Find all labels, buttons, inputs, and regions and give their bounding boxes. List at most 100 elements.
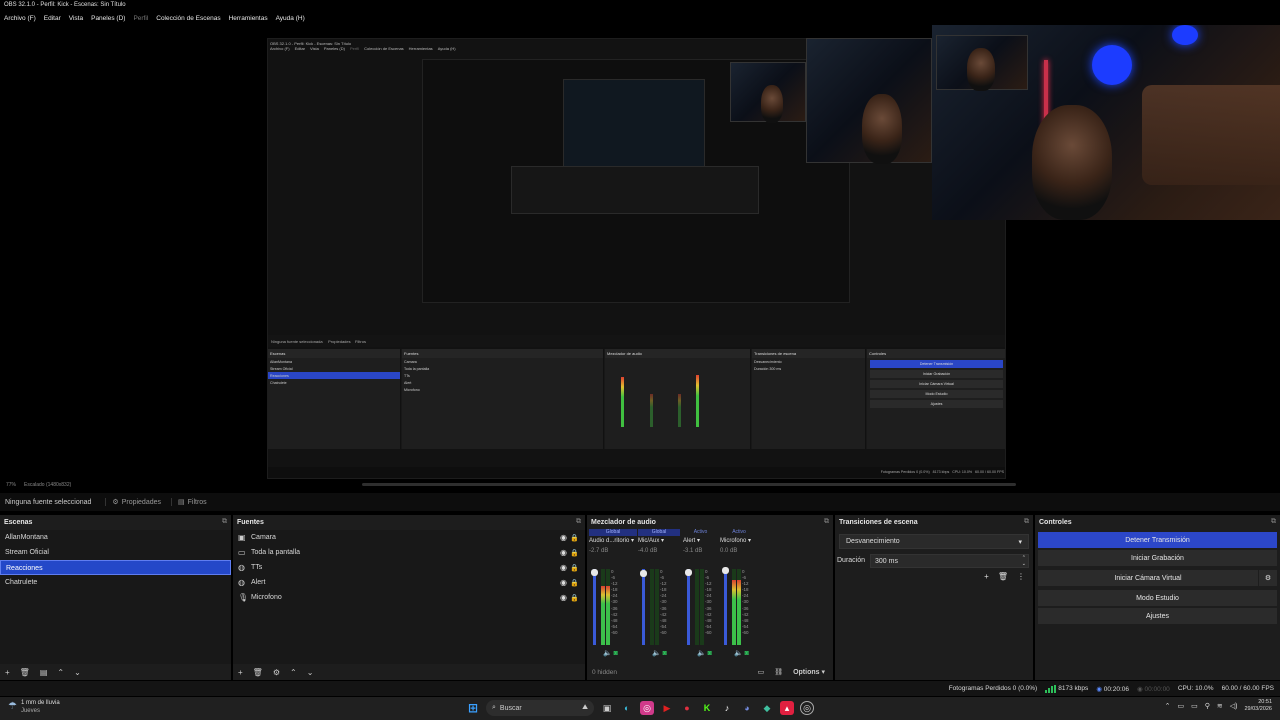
eye-icon[interactable]: ◉ xyxy=(560,548,567,557)
adobe-icon[interactable]: ▴ xyxy=(780,701,794,715)
add-source-button[interactable]: + xyxy=(238,668,243,677)
eye-icon[interactable]: ◉ xyxy=(560,563,567,572)
source-item[interactable]: ◍ TTs ◉ 🔒 xyxy=(233,560,585,575)
task-view-icon[interactable]: ▣ xyxy=(600,701,614,715)
chevron-up-icon[interactable]: ⌃ xyxy=(1165,702,1171,710)
source-item[interactable]: ▣ Camara ◉ 🔒 xyxy=(233,530,585,545)
scene-item[interactable]: AllanMontana xyxy=(0,530,231,545)
wifi-icon[interactable]: ≋ xyxy=(1217,702,1223,710)
start-recording-button[interactable]: Iniciar Grabación xyxy=(1038,550,1277,566)
kick-icon[interactable]: K xyxy=(700,701,714,715)
volume-slider[interactable] xyxy=(687,569,690,645)
volume-slider[interactable] xyxy=(724,569,727,645)
settings-button[interactable]: Ajustes xyxy=(1038,608,1277,624)
remove-transition-button[interactable]: 🗑 xyxy=(998,572,1008,581)
clock[interactable]: 20:51 29/03/2026 xyxy=(1244,699,1272,713)
channel-name[interactable]: Mic/Aux ▾ xyxy=(638,536,680,546)
youtube-icon[interactable]: ▶ xyxy=(660,701,674,715)
options-button[interactable]: Options ▾ xyxy=(793,668,825,676)
tiktok-icon[interactable]: ♪ xyxy=(720,701,734,715)
lock-icon[interactable]: 🔒 xyxy=(570,564,579,572)
lock-icon[interactable]: 🔒 xyxy=(570,594,579,602)
scene-item[interactable]: Reacciones xyxy=(0,560,231,575)
remove-source-button[interactable]: 🗑 xyxy=(253,668,263,677)
move-down-button[interactable]: ⌄ xyxy=(74,668,81,677)
headphones-icon[interactable]: ◙ xyxy=(708,650,712,657)
undock-icon[interactable]: ⧉ xyxy=(576,518,581,526)
lock-icon[interactable]: 🔒 xyxy=(570,549,579,557)
spinner-icon[interactable]: ⌃ ⌄ xyxy=(1022,555,1026,567)
preview-scrollbar[interactable] xyxy=(362,483,1016,486)
volume-slider-knob[interactable] xyxy=(591,568,598,576)
zoom-level[interactable]: 77% xyxy=(6,482,16,488)
eye-icon[interactable]: ◉ xyxy=(560,533,567,542)
add-scene-button[interactable]: + xyxy=(5,668,10,677)
app-icon[interactable]: ◆ xyxy=(760,701,774,715)
virtual-camera-settings-button[interactable]: ⚙ xyxy=(1259,570,1277,586)
monitor-icon[interactable]: ▭ xyxy=(1191,702,1198,710)
volume-slider[interactable] xyxy=(593,569,596,645)
source-item[interactable]: 🎙 Microfono ◉ 🔒 xyxy=(233,590,585,605)
headphones-icon[interactable]: ◙ xyxy=(745,650,749,657)
eye-icon[interactable]: ◉ xyxy=(560,578,567,587)
channel-name[interactable]: Audio d...ritorio ▾ xyxy=(589,536,637,546)
headphones-icon[interactable]: ◙ xyxy=(663,650,667,657)
menu-item-archivo-f-[interactable]: Archivo (F) xyxy=(4,15,36,22)
speaker-icon[interactable]: 🔈 xyxy=(734,650,743,657)
link-icon[interactable]: ⛓ xyxy=(774,668,783,676)
eye-icon[interactable]: ◉ xyxy=(560,593,567,602)
stop-stream-button[interactable]: Detener Transmisión xyxy=(1038,532,1277,548)
speaker-icon[interactable]: 🔈 xyxy=(697,650,706,657)
add-transition-button[interactable]: + xyxy=(984,572,989,581)
source-down-button[interactable]: ⌄ xyxy=(307,668,314,677)
remove-scene-button[interactable]: 🗑 xyxy=(20,668,30,677)
edge-icon[interactable]: ◐ xyxy=(620,701,634,715)
lock-icon[interactable]: 🔒 xyxy=(570,534,579,542)
menu-item-editar[interactable]: Editar xyxy=(44,15,61,22)
menu-item-perfil[interactable]: Perfil xyxy=(133,15,148,22)
scene-filters-button[interactable]: ▤ xyxy=(40,668,48,677)
filters-button[interactable]: ▤ Filtros xyxy=(171,498,207,506)
undock-icon[interactable]: ⧉ xyxy=(1024,518,1029,526)
volume-icon[interactable]: ◁) xyxy=(1230,702,1238,710)
scene-item[interactable]: Stream Oficial xyxy=(0,545,231,560)
undock-icon[interactable]: ⧉ xyxy=(222,518,227,526)
transition-menu-button[interactable]: ⋮ xyxy=(1017,572,1025,581)
discord-icon[interactable]: ◕ xyxy=(740,701,754,715)
properties-button[interactable]: ⚙ Propiedades xyxy=(105,498,161,506)
menu-item-herramientas[interactable]: Herramientas xyxy=(229,15,268,22)
speaker-icon[interactable]: 🔈 xyxy=(652,650,661,657)
streamlabs-icon[interactable]: ● xyxy=(680,701,694,715)
start-virtual-camera-button[interactable]: Iniciar Cámara Virtual xyxy=(1038,570,1258,586)
channel-name[interactable]: Alert ▾ xyxy=(683,536,718,546)
transition-select[interactable]: Desvanecimiento ▾ xyxy=(839,534,1029,549)
source-properties-button[interactable]: ⚙ xyxy=(273,668,280,677)
volume-slider-knob[interactable] xyxy=(722,567,729,574)
source-item[interactable]: ▭ Toda la pantalla ◉ 🔒 xyxy=(233,545,585,560)
obs-icon[interactable]: ◎ xyxy=(800,701,814,715)
layout-icon[interactable]: ▭ xyxy=(758,668,765,676)
source-item[interactable]: ◍ Alert ◉ 🔒 xyxy=(233,575,585,590)
battery-icon[interactable]: ▭ xyxy=(1177,702,1184,710)
channel-name[interactable]: Microfono ▾ xyxy=(720,536,758,546)
instagram-icon[interactable]: ◎ xyxy=(640,701,654,715)
menu-item-colecci-n-de-escenas[interactable]: Colección de Escenas xyxy=(156,15,220,22)
weather-widget[interactable]: ☂ 1 mm de lluvia Jueves xyxy=(8,699,60,715)
source-up-button[interactable]: ⌃ xyxy=(290,668,297,677)
lock-icon[interactable]: 🔒 xyxy=(570,579,579,587)
preview-area[interactable]: OBS 32.1.0 - Perfil: Kick - Escenas: Sin… xyxy=(0,25,1280,482)
undock-icon[interactable]: ⧉ xyxy=(1271,518,1276,526)
speaker-icon[interactable]: 🔈 xyxy=(603,650,612,657)
volume-slider[interactable] xyxy=(642,569,645,645)
pin-icon[interactable]: ⚲ xyxy=(1205,702,1210,710)
studio-mode-button[interactable]: Modo Estudio xyxy=(1038,590,1277,606)
menu-item-vista[interactable]: Vista xyxy=(69,15,83,22)
scale-label[interactable]: Escalado (1480x832) xyxy=(24,482,71,488)
volume-slider-knob[interactable] xyxy=(685,569,692,577)
duration-input[interactable]: 300 ms ⌃ ⌄ xyxy=(870,553,1029,568)
windows-start-icon[interactable]: ⊞ xyxy=(466,701,480,715)
scene-item[interactable]: Chatrulete xyxy=(0,575,231,590)
volume-slider-knob[interactable] xyxy=(640,570,647,578)
menu-item-ayuda-h-[interactable]: Ayuda (H) xyxy=(276,15,305,22)
move-up-button[interactable]: ⌃ xyxy=(57,668,64,677)
